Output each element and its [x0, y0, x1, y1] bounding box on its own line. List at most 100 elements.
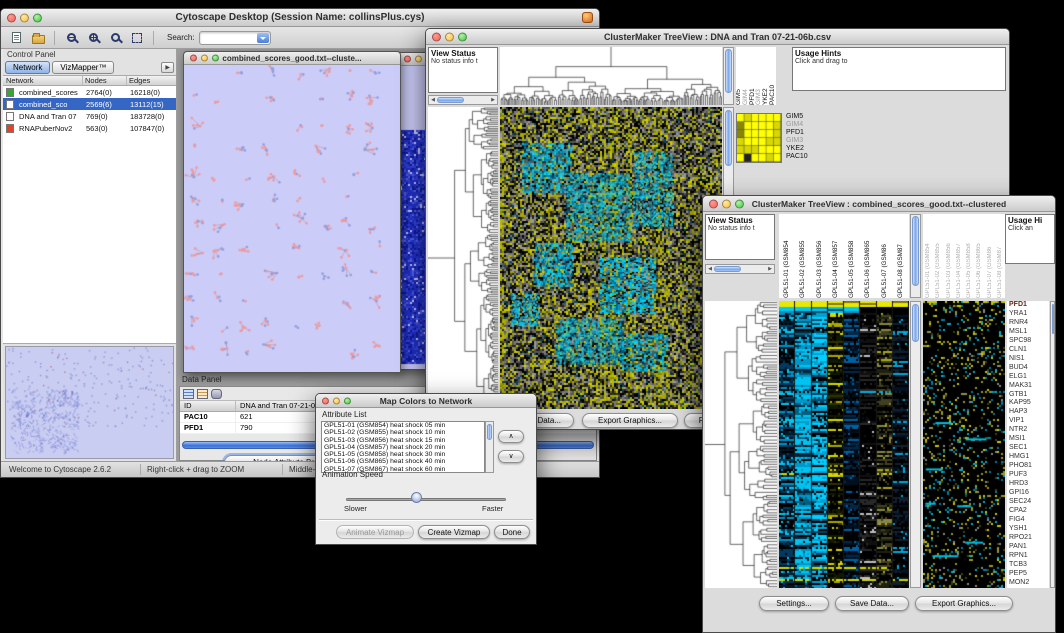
table-icon[interactable]	[183, 389, 194, 399]
database-icon[interactable]	[211, 389, 222, 399]
attribute-item[interactable]: GPL51-02 (GSM855) heat shock 10 min	[324, 429, 484, 436]
column-dendrogram-canvas[interactable]	[500, 47, 722, 105]
attribute-icon[interactable]	[197, 389, 208, 399]
network-row[interactable]: DNA and Tran 07 769(0) 183728(0)	[3, 110, 176, 122]
zoom-fit-icon[interactable]	[128, 29, 146, 46]
gene-label[interactable]: TCB3	[1009, 561, 1049, 570]
gene-label[interactable]: ELG1	[1009, 373, 1049, 382]
col-header-id[interactable]: ID	[180, 401, 236, 411]
row-dendrogram-canvas[interactable]	[705, 301, 777, 588]
gene-label[interactable]: PFD1	[1009, 301, 1049, 310]
attribute-item[interactable]: GPL51-06 (GSM865) heat shock 40 min	[324, 458, 484, 465]
minimize-icon[interactable]	[445, 32, 454, 41]
network-canvas[interactable]	[184, 65, 400, 372]
gene-label[interactable]: PFD1	[786, 129, 808, 137]
array-column-label[interactable]: GPL51-06 (GSM865	[865, 214, 871, 298]
gene-label[interactable]: PEP5	[1009, 570, 1049, 579]
vertical-scrollbar[interactable]	[910, 301, 921, 588]
horizontal-scrollbar[interactable]: ◀ ▶	[428, 95, 498, 105]
gene-label[interactable]: GIM3	[786, 137, 808, 145]
close-icon[interactable]	[322, 397, 329, 404]
network-row[interactable]: combined_sco 2569(6) 13112(15)	[3, 98, 176, 110]
scrollbar-thumb[interactable]	[487, 424, 492, 440]
move-down-button[interactable]: ∨	[498, 450, 524, 463]
gene-label[interactable]: BUD4	[1009, 364, 1049, 373]
network-view-window[interactable]: combined_scores_good.txt--cluste...	[183, 51, 401, 373]
close-icon[interactable]	[709, 199, 718, 208]
zoom-icon[interactable]	[735, 199, 744, 208]
gene-label[interactable]: NIS1	[1009, 355, 1049, 364]
gene-label[interactable]: MON2	[1009, 579, 1049, 588]
zoom-icon[interactable]	[212, 55, 219, 62]
vertical-scrollbar[interactable]	[910, 214, 921, 298]
tab-overflow-arrow[interactable]: ▶	[161, 62, 174, 73]
zoom-in-icon[interactable]	[84, 29, 102, 46]
close-icon[interactable]	[190, 55, 197, 62]
zoom-icon[interactable]	[458, 32, 467, 41]
vertical-scrollbar[interactable]	[1050, 301, 1055, 588]
array-column-label[interactable]: GPL51-01 (GSM854	[784, 214, 790, 298]
minimize-icon[interactable]	[415, 56, 422, 63]
array-column-label[interactable]: GPL51-05 (GSM858	[849, 214, 855, 298]
chevron-down-icon[interactable]	[257, 33, 269, 43]
create-vizmap-button[interactable]: Create Vizmap	[418, 525, 490, 539]
gene-label[interactable]: GIM4	[786, 121, 808, 129]
array-column-label[interactable]: GPL51-02 (GSM855	[800, 214, 806, 298]
gene-label[interactable]: GIM5	[786, 113, 808, 121]
gene-label[interactable]: MAK31	[1009, 382, 1049, 391]
gene-label[interactable]: MSI1	[1009, 435, 1049, 444]
gene-label[interactable]: RNR4	[1009, 319, 1049, 328]
scroll-left-icon[interactable]: ◀	[429, 97, 437, 103]
attribute-item[interactable]: GPL51-03 (GSM856) heat shock 15 min	[324, 437, 484, 444]
move-up-button[interactable]: ∧	[498, 430, 524, 443]
scrollbar-thumb[interactable]	[714, 266, 741, 272]
import-icon[interactable]	[7, 29, 25, 46]
scrollbar-thumb[interactable]	[912, 304, 919, 342]
col-header-network[interactable]: Network	[3, 76, 83, 85]
minimize-icon[interactable]	[722, 199, 731, 208]
heatmap-canvas[interactable]	[779, 301, 909, 588]
vertical-scrollbar[interactable]	[723, 47, 734, 105]
close-icon[interactable]	[432, 32, 441, 41]
treeview-dna-titlebar[interactable]: ClusterMaker TreeView : DNA and Tran 07-…	[426, 29, 1009, 45]
search-combobox[interactable]	[199, 31, 271, 45]
horizontal-scrollbar[interactable]: ◀ ▶	[705, 264, 775, 274]
gene-label[interactable]: RPN1	[1009, 552, 1049, 561]
speed-slider-track[interactable]	[346, 498, 506, 501]
tab-network[interactable]: Network	[5, 61, 50, 74]
vertical-scrollbar[interactable]	[485, 421, 494, 473]
array-column-label[interactable]: GPL51-07 (GSM86	[882, 214, 888, 298]
export-graphics-button[interactable]: Export Graphics...	[915, 596, 1013, 611]
scrollbar-thumb[interactable]	[437, 97, 464, 103]
gene-label[interactable]: GTB1	[1009, 391, 1049, 400]
settings-button[interactable]: Settings...	[759, 596, 829, 611]
array-column-label[interactable]: GPL51-08 (GSM87	[898, 214, 904, 298]
array-column-label[interactable]: GPL51-04 (GSM857	[833, 214, 839, 298]
gene-label[interactable]: RPO21	[1009, 534, 1049, 543]
zoom-out-icon[interactable]	[62, 29, 80, 46]
col-header-edges[interactable]: Edges	[127, 76, 176, 85]
gene-label[interactable]: GPI16	[1009, 489, 1049, 498]
col-header-nodes[interactable]: Nodes	[83, 76, 127, 85]
zoom-icon[interactable]	[344, 397, 351, 404]
zoom-selected-icon[interactable]	[106, 29, 124, 46]
gene-label[interactable]: HAP3	[1009, 408, 1049, 417]
gene-label[interactable]: YKE2	[786, 145, 808, 153]
save-data-button[interactable]: Save Data...	[835, 596, 909, 611]
done-button[interactable]: Done	[494, 525, 530, 539]
row-dendrogram-canvas[interactable]	[428, 107, 498, 409]
heatmap-canvas[interactable]	[500, 107, 722, 409]
attribute-item[interactable]: GPL51-04 (GSM857) heat shock 20 min	[324, 444, 484, 451]
column-label[interactable]: PAC10	[770, 47, 776, 105]
scroll-left-icon[interactable]: ◀	[706, 266, 714, 272]
close-icon[interactable]	[404, 56, 411, 63]
minimize-icon[interactable]	[201, 55, 208, 62]
speed-slider-thumb[interactable]	[411, 492, 422, 503]
birdseye-view-canvas[interactable]	[5, 346, 174, 459]
close-icon[interactable]	[7, 13, 16, 22]
gene-label[interactable]: SPC98	[1009, 337, 1049, 346]
gene-label[interactable]: YSH1	[1009, 525, 1049, 534]
gene-label[interactable]: HRD3	[1009, 480, 1049, 489]
gene-label[interactable]: SEC24	[1009, 498, 1049, 507]
minimize-icon[interactable]	[333, 397, 340, 404]
